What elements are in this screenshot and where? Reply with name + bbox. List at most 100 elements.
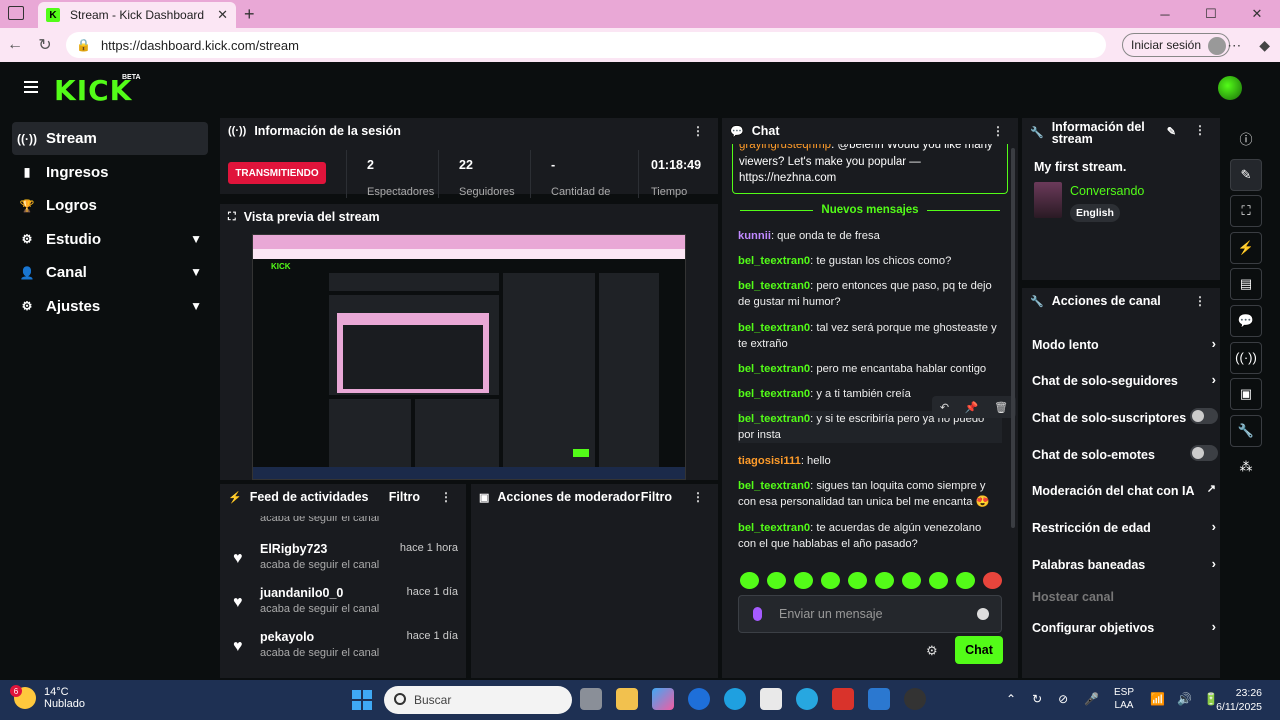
chat-message[interactable]: tiagosisi111: hello [738, 453, 1002, 469]
more-options-icon[interactable]: ⋮ [440, 490, 452, 504]
undo-icon[interactable]: ↶ [940, 401, 949, 414]
more-options-icon[interactable]: ⋮ [1194, 124, 1206, 136]
action-followers-only[interactable]: Chat de solo-seguidores › [1032, 372, 1216, 388]
more-menu-icon[interactable]: ⋯ [1227, 37, 1241, 54]
microphone-icon[interactable] [753, 607, 762, 621]
apps-icon[interactable]: ⁂ [1230, 451, 1262, 483]
microphone-icon[interactable]: 🎤 [1084, 692, 1099, 706]
layout-icon[interactable]: ▣ [1230, 378, 1262, 411]
sidebar-item-canal[interactable]: 👤 Canal ▼ [12, 256, 208, 289]
hp-icon[interactable] [688, 688, 710, 710]
chat-message-input[interactable]: Enviar un mensaje [738, 595, 1002, 633]
chat-message[interactable]: bel_teextran0: te gustan los chicos como… [738, 253, 1002, 269]
document-icon[interactable]: ▤ [1230, 268, 1262, 301]
copilot-icon[interactable] [652, 688, 674, 710]
sidebar-item-ajustes[interactable]: ⚙ Ajustes ▼ [12, 290, 208, 323]
filter-button[interactable]: Filtro [641, 490, 672, 504]
sidebar-item-stream[interactable]: ((·)) Stream [12, 122, 208, 155]
emoji-icon[interactable] [977, 608, 989, 620]
clock[interactable]: 23:26 6/11/2025 [1216, 686, 1262, 714]
sidebar-item-logros[interactable]: 🏆 Logros [12, 189, 208, 222]
signin-button[interactable]: Iniciar sesión [1122, 33, 1231, 57]
task-view-icon[interactable] [580, 688, 602, 710]
more-options-icon[interactable]: ⋮ [992, 124, 1004, 138]
back-icon[interactable]: ← [0, 36, 30, 54]
browser-tab[interactable]: K Stream - Kick Dashboard ✕ [38, 2, 236, 28]
language-indicator[interactable]: ESP LAA [1114, 686, 1134, 712]
emote-icon[interactable] [929, 572, 948, 589]
sync-icon[interactable]: ↻ [1032, 692, 1042, 706]
emote-icon[interactable] [794, 572, 813, 589]
sidebar-item-estudio[interactable]: ⚙ Estudio ▼ [12, 223, 208, 256]
kick-logo[interactable]: KICK [54, 74, 132, 107]
more-options-icon[interactable]: ⋮ [692, 124, 704, 138]
url-field[interactable]: 🔒 https://dashboard.kick.com/stream [66, 32, 1106, 58]
muted-icon[interactable]: ⊘ [1058, 692, 1068, 706]
minimize-icon[interactable]: ─ [1142, 0, 1188, 28]
action-age-restriction[interactable]: Restricción de edad › [1032, 519, 1216, 535]
chat-message[interactable]: kunnii: que onda te de fresa [738, 228, 1002, 244]
obs-icon[interactable] [904, 688, 926, 710]
reload-icon[interactable]: ↻ [30, 35, 60, 55]
pin-icon[interactable]: 📌 [965, 401, 979, 414]
mcafee-icon[interactable] [832, 688, 854, 710]
chat-scrollbar[interactable] [1011, 148, 1015, 528]
emote-icon[interactable] [956, 572, 975, 589]
action-emotes-only[interactable]: Chat de solo-emotes [1032, 445, 1218, 462]
bolt-icon[interactable]: ⚡ [1230, 231, 1262, 264]
file-explorer-icon[interactable] [616, 688, 638, 710]
more-options-icon[interactable]: ⋮ [692, 490, 704, 504]
user-avatar[interactable] [1218, 76, 1242, 100]
emote-icon[interactable] [983, 572, 1002, 589]
sidebar-item-ingresos[interactable]: ▮ Ingresos [12, 156, 208, 189]
emote-icon[interactable] [767, 572, 786, 589]
emote-icon[interactable] [902, 572, 921, 589]
menu-icon[interactable] [24, 81, 38, 96]
delete-icon[interactable]: 🗑 [994, 401, 1008, 414]
action-banned-words[interactable]: Palabras baneadas › [1032, 556, 1216, 572]
tab-actions-icon[interactable] [8, 6, 24, 20]
network-volume[interactable]: 📶 🔊 🔋 [1150, 692, 1219, 706]
copilot-icon[interactable]: ◆ [1259, 37, 1270, 54]
edit-stream-icon[interactable]: ✎ [1230, 158, 1262, 191]
taskbar-search[interactable]: Buscar [384, 686, 572, 714]
chevron-up-icon[interactable]: ⌃ [1006, 692, 1016, 706]
new-tab-icon[interactable]: + [244, 4, 255, 25]
edit-icon[interactable]: ✎ [1167, 126, 1176, 138]
store-icon[interactable] [760, 688, 782, 710]
wrench-icon[interactable]: 🔧 [1230, 414, 1262, 447]
weather-widget[interactable]: 6 14°C Nublado [10, 685, 85, 710]
chat-message[interactable]: bel_teextran0: tal vez será porque me gh… [738, 320, 1002, 352]
subscribers-only-toggle[interactable] [1190, 408, 1218, 424]
browser-icon[interactable] [796, 688, 818, 710]
info-icon[interactable]: ⓘ [1230, 122, 1262, 154]
emote-icon[interactable] [740, 572, 759, 589]
send-chat-button[interactable]: Chat [955, 636, 1003, 664]
action-slow-mode[interactable]: Modo lento › [1032, 336, 1216, 352]
emote-icon[interactable] [875, 572, 894, 589]
action-subscribers-only[interactable]: Chat de solo-suscriptores [1032, 408, 1218, 425]
mail-icon[interactable] [868, 688, 890, 710]
more-options-icon[interactable]: ⋮ [1194, 294, 1206, 308]
emote-icon[interactable] [848, 572, 867, 589]
close-tab-icon[interactable]: ✕ [217, 7, 228, 23]
stream-category[interactable]: Conversando [1070, 184, 1144, 198]
chat-bubble-icon[interactable]: 💬 [1230, 304, 1262, 337]
chat-message[interactable]: bel_teextran0: sigues tan loquita como s… [738, 478, 1002, 510]
close-window-icon[interactable]: ✕ [1234, 0, 1280, 28]
emote-icon[interactable] [821, 572, 840, 589]
preview-icon[interactable]: ⛶ [1230, 195, 1262, 228]
chat-settings-icon[interactable]: ⚙ [926, 643, 938, 659]
windows-start-icon[interactable] [352, 690, 372, 710]
broadcast-icon[interactable]: ((·)) [1230, 341, 1262, 374]
filter-button[interactable]: Filtro [389, 490, 420, 504]
chat-message[interactable]: bel_teextran0: pero me encantaba hablar … [738, 361, 1002, 377]
emotes-only-toggle[interactable] [1190, 445, 1218, 461]
chat-message[interactable]: bel_teextran0: pero entonces que paso, p… [738, 278, 1002, 310]
chat-message[interactable]: bel_teextran0: te acuerdas de algún vene… [738, 520, 1002, 552]
action-ai-moderation[interactable]: Moderación del chat con IA ↗ [1032, 483, 1216, 498]
edge-icon[interactable] [724, 688, 746, 710]
maximize-icon[interactable]: ☐ [1188, 0, 1234, 28]
stream-preview-video[interactable]: KICK [252, 234, 686, 480]
action-set-goals[interactable]: Configurar objetivos › [1032, 619, 1216, 635]
